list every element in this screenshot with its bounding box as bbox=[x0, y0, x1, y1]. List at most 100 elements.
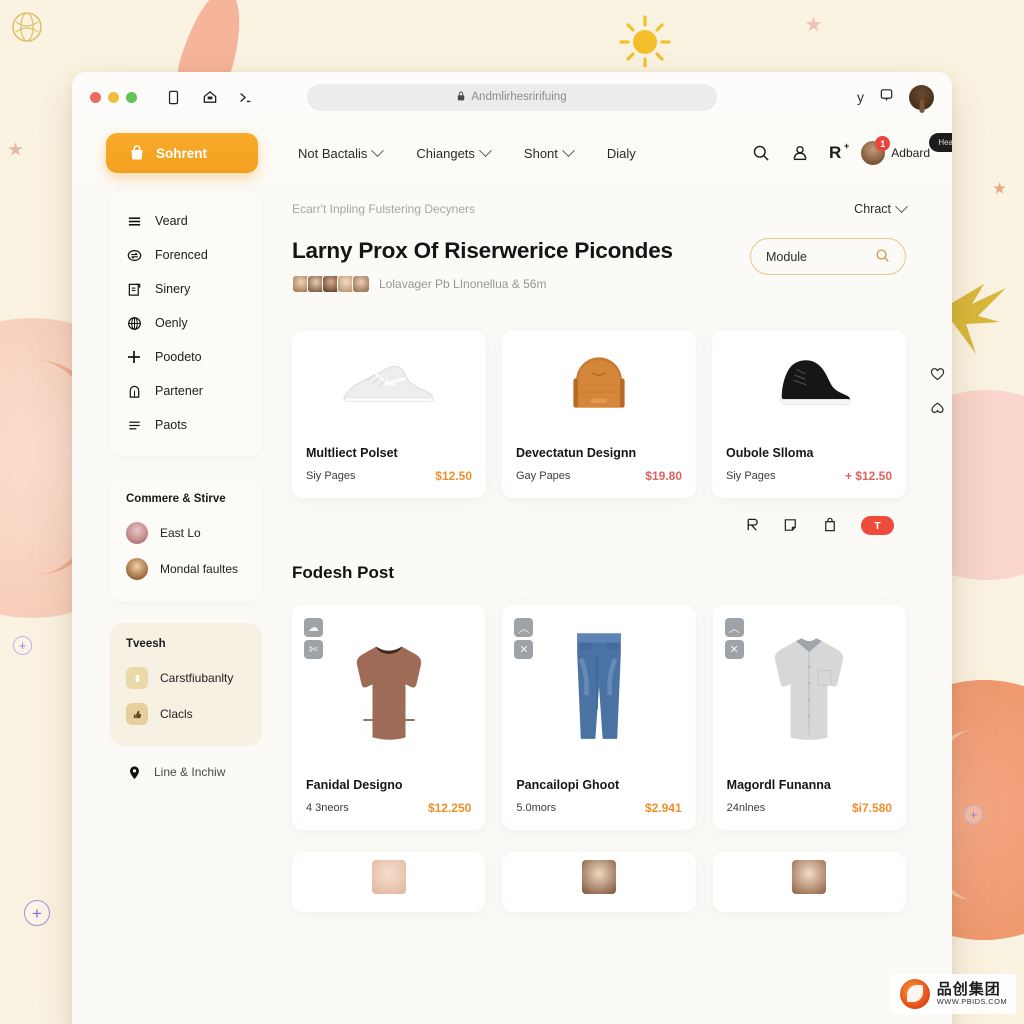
module-search-value: Module bbox=[766, 249, 807, 264]
bag-icon[interactable] bbox=[822, 517, 839, 534]
user-icon[interactable] bbox=[790, 144, 809, 163]
product-card[interactable] bbox=[292, 852, 486, 912]
card-badges: ︿ ✕ bbox=[514, 618, 534, 659]
product-card[interactable]: ☁ ✄ Fanidal Designo 4 3neors $12.250 bbox=[292, 605, 486, 830]
nav-link-label: Shont bbox=[523, 145, 558, 161]
product-card[interactable]: ︿ ✕ Magordl Funanna 24nlnes $i7.580 bbox=[712, 605, 906, 830]
product-meta: Gay Papes bbox=[516, 470, 571, 482]
product-price: $12.50 bbox=[435, 469, 472, 483]
sidebar-item-partener[interactable]: Partener bbox=[110, 374, 262, 408]
sidebar-item-veard[interactable]: Veard bbox=[110, 204, 262, 238]
product-price: + $12.50 bbox=[844, 469, 892, 483]
nav-link-0[interactable]: Not Bactalis bbox=[298, 143, 385, 161]
maximize-button[interactable] bbox=[126, 91, 137, 103]
sidebar-section-tveesh: Tveesh Carstfiubanlty Clacls bbox=[110, 623, 262, 746]
watermark-logo-icon bbox=[899, 979, 930, 1009]
chract-dropdown[interactable]: Chract bbox=[854, 199, 908, 216]
lock-icon bbox=[457, 91, 465, 104]
chevron-down-icon bbox=[479, 143, 492, 157]
sidebar-item-forenced[interactable]: Forenced bbox=[110, 238, 262, 272]
product-title: Multliect Polset bbox=[306, 446, 398, 460]
products-row-1: Multliect Polset Siy Pages $12.50 Devect… bbox=[292, 331, 906, 498]
minimize-button[interactable] bbox=[108, 91, 119, 103]
note-icon[interactable] bbox=[783, 517, 800, 534]
avatar bbox=[371, 860, 406, 894]
products-row-1-wrapper: Multliect Polset Siy Pages $12.50 Devect… bbox=[292, 331, 945, 498]
close-button[interactable] bbox=[90, 91, 101, 103]
product-price: $19.80 bbox=[645, 469, 682, 483]
product-title: Oubole Slloma bbox=[726, 446, 814, 460]
window-controls[interactable] bbox=[90, 91, 137, 103]
sidebar-item-label: Forenced bbox=[155, 248, 208, 262]
sidebar-row-clacls[interactable]: Clacls bbox=[110, 696, 262, 732]
bag-icon bbox=[128, 144, 146, 162]
cloud-icon[interactable]: ☁ bbox=[304, 618, 323, 637]
cast-icon[interactable] bbox=[879, 87, 894, 107]
product-card[interactable]: Devectatun Designn Gay Papes $19.80 bbox=[502, 331, 696, 498]
sidebar-footer[interactable]: Line & Inchiw bbox=[110, 746, 262, 780]
sidebar-item-paots[interactable]: Paots bbox=[110, 408, 262, 442]
product-card[interactable] bbox=[712, 852, 906, 912]
nav-link-2[interactable]: Shont bbox=[523, 143, 575, 161]
plus-decor-3: + bbox=[964, 805, 983, 824]
cut-icon[interactable]: ✄ bbox=[304, 640, 323, 659]
close-icon[interactable]: ✕ bbox=[724, 640, 744, 659]
breadcrumb-row: Ecarr't Inpling Fulstering Decyners Chra… bbox=[292, 199, 908, 216]
product-card[interactable]: Oubole Slloma Siy Pages + $12.50 bbox=[712, 331, 906, 498]
y-icon[interactable]: y bbox=[857, 89, 864, 105]
browser-profile-avatar[interactable] bbox=[909, 84, 934, 110]
product-title: Magordl Funanna bbox=[726, 778, 831, 792]
sidebar-item-oenly[interactable]: Oenly bbox=[110, 306, 262, 340]
avatar-icon bbox=[126, 558, 148, 580]
close-icon[interactable]: ✕ bbox=[514, 640, 534, 659]
share-icon[interactable] bbox=[929, 399, 946, 416]
search-icon[interactable] bbox=[751, 144, 770, 163]
star-decor-top bbox=[805, 16, 822, 32]
brand-label: Sohrent bbox=[156, 145, 208, 161]
product-card[interactable] bbox=[502, 852, 696, 912]
star-decor-right bbox=[993, 182, 1006, 194]
product-price: $i7.580 bbox=[851, 801, 892, 815]
r-plus-glyph[interactable]: R + bbox=[829, 141, 849, 163]
terminal-icon[interactable] bbox=[237, 89, 254, 106]
sidebar-row-east-lo[interactable]: East Lo bbox=[110, 515, 262, 551]
sidebar-row-mondal[interactable]: Mondal faultes bbox=[110, 551, 262, 587]
tablet-icon[interactable] bbox=[165, 89, 182, 106]
avatar bbox=[352, 275, 370, 293]
nav-link-label: Dialy bbox=[606, 145, 636, 161]
product-meta: Siy Pages bbox=[726, 470, 776, 482]
product-meta: Siy Pages bbox=[306, 470, 356, 482]
product-card[interactable]: ︿ ✕ Pancailopi Ghoot 5.0mors $2.941 bbox=[502, 605, 696, 830]
sidebar-item-poodeto[interactable]: Poodeto bbox=[110, 340, 262, 374]
nav-link-1[interactable]: Chiangets bbox=[416, 143, 492, 161]
chevron-up-icon[interactable]: ︿ bbox=[514, 618, 534, 637]
heart-icon[interactable] bbox=[929, 365, 946, 382]
arrow-icon[interactable] bbox=[744, 517, 761, 534]
t-pill-button[interactable]: T bbox=[861, 516, 894, 535]
clipboard-icon bbox=[126, 281, 142, 297]
product-card[interactable]: Multliect Polset Siy Pages $12.50 bbox=[292, 331, 486, 498]
sidebar-item-label: Veard bbox=[155, 214, 188, 228]
product-price: $2.941 bbox=[644, 801, 682, 815]
nav-link-3[interactable]: Dialy bbox=[607, 146, 636, 161]
breadcrumb: Ecarr't Inpling Fulstering Decyners bbox=[292, 202, 476, 216]
user-chip[interactable]: 1 Adbard Hea bbox=[861, 133, 952, 165]
avatar bbox=[581, 860, 616, 894]
sidebar-item-label: Oenly bbox=[155, 316, 188, 330]
module-search-input[interactable]: Module bbox=[750, 238, 906, 275]
meta-row: Lolavager Pb LInonellua & 56m bbox=[292, 275, 673, 293]
sun-icon bbox=[619, 15, 671, 68]
sidebar-row-carstfiubanlty[interactable]: Carstfiubanlty bbox=[110, 660, 262, 696]
lock-icon bbox=[126, 383, 142, 399]
chevron-up-icon[interactable]: ︿ bbox=[724, 618, 744, 637]
page-content: Veard Forenced Sinery Oenly Poodeto Part… bbox=[72, 184, 952, 1024]
list-icon bbox=[126, 417, 142, 433]
url-bar[interactable]: Andmlirhesririfuing bbox=[307, 83, 717, 111]
product-title: Devectatun Designn bbox=[516, 446, 637, 460]
home-icon[interactable] bbox=[201, 89, 218, 106]
search-icon[interactable] bbox=[875, 248, 890, 266]
sidebar-item-sinery[interactable]: Sinery bbox=[110, 272, 262, 306]
badge-icon bbox=[126, 667, 148, 689]
products-row-2: ☁ ✄ Fanidal Designo 4 3neors $12.250 ︿ ✕… bbox=[292, 605, 906, 830]
brand-button[interactable]: Sohrent bbox=[106, 133, 258, 173]
